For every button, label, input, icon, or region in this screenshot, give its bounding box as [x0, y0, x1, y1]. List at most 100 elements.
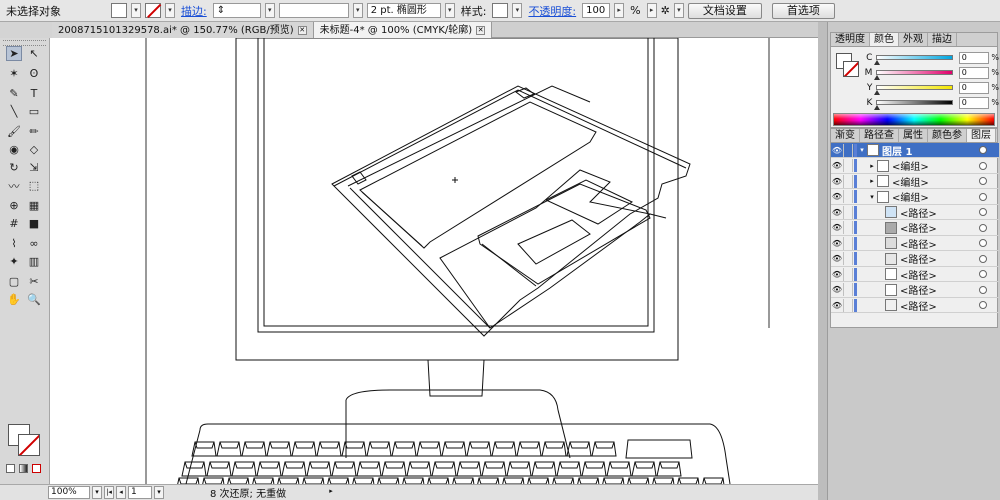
channel-k-field[interactable]: 0 — [958, 96, 990, 109]
blob-brush-tool-icon[interactable]: ◉ — [6, 142, 22, 157]
scale-tool-icon[interactable]: ⇲ — [26, 160, 42, 175]
artboard-tool-icon[interactable]: ▢ — [6, 274, 22, 289]
path-row[interactable]: 👁 <路径> — [831, 298, 999, 313]
layer-row[interactable]: 👁 ▾ 图层 1 — [831, 143, 999, 158]
lock-toggle[interactable] — [843, 267, 853, 281]
shape-builder-tool-icon[interactable]: ⊕ — [6, 198, 22, 213]
target-circle-icon[interactable] — [979, 208, 987, 216]
hand-tool-icon[interactable]: ✋ — [6, 292, 22, 307]
status-menu-button[interactable]: ▸ — [326, 486, 336, 499]
eyedropper-tool-icon[interactable]: ⌇ — [6, 236, 22, 251]
graphic-style-dropdown[interactable]: ▾ — [512, 3, 523, 18]
path-row[interactable]: 👁 <路径> — [831, 283, 999, 298]
type-tool-icon[interactable]: T — [26, 86, 42, 101]
brush-definition-dropdown[interactable]: ▾ — [444, 3, 455, 18]
lock-toggle[interactable] — [843, 298, 853, 312]
tab-stroke[interactable]: 描边 — [928, 33, 957, 46]
panel-dock-strip[interactable] — [818, 22, 828, 500]
pen-tool-icon[interactable]: ✎ — [6, 86, 22, 101]
variable-width-dropdown[interactable]: ▾ — [352, 3, 363, 18]
visibility-eye-icon[interactable]: 👁 — [831, 221, 843, 234]
stroke-weight-field[interactable]: ⇕ — [212, 3, 261, 18]
path-row[interactable]: 👁 <路径> — [831, 252, 999, 267]
visibility-eye-icon[interactable]: 👁 — [831, 190, 843, 203]
group-row[interactable]: 👁 ▸ <编组> — [831, 174, 999, 189]
gradient-tool-icon[interactable]: ■ — [26, 216, 42, 231]
line-tool-icon[interactable]: ╲ — [6, 104, 22, 119]
target-circle-icon[interactable] — [979, 192, 987, 201]
channel-y-field[interactable]: 0 — [958, 81, 990, 94]
document-tab-2[interactable]: 未标题-4* @ 100% (CMYK/轮廓) ✕ — [313, 22, 493, 38]
path-row[interactable]: 👁 <路径> — [831, 221, 999, 236]
target-circle-icon[interactable] — [979, 239, 987, 247]
slice-tool-icon[interactable]: ✂ — [26, 274, 42, 289]
channel-m-field[interactable]: 0 — [958, 66, 990, 79]
gradient-mode-icon[interactable] — [19, 464, 28, 473]
opacity-field[interactable]: 100 — [582, 3, 611, 18]
target-circle-icon[interactable] — [979, 301, 987, 309]
target-circle-icon[interactable] — [979, 270, 987, 278]
warp-tool-icon[interactable]: 〰 — [6, 178, 22, 193]
path-row[interactable]: 👁 <路径> — [831, 205, 999, 220]
direct-selection-tool-icon[interactable]: ↖ — [26, 46, 42, 61]
recolor-menu-dropdown[interactable]: ▾ — [673, 3, 684, 18]
opacity-label[interactable]: 不透明度: — [526, 3, 578, 19]
lock-toggle[interactable] — [843, 190, 853, 203]
preferences-button[interactable]: 首选项 — [771, 2, 835, 19]
column-graph-tool-icon[interactable]: ▥ — [26, 254, 42, 269]
visibility-eye-icon[interactable]: 👁 — [831, 144, 843, 157]
lock-toggle[interactable] — [843, 252, 853, 265]
tab-attributes[interactable]: 属性 — [899, 129, 928, 142]
paintbrush-tool-icon[interactable]: 🖌 — [6, 124, 22, 139]
symbol-sprayer-tool-icon[interactable]: ✦ — [6, 254, 22, 269]
recolor-dropdown[interactable]: ▸ — [646, 3, 657, 18]
expand-triangle-icon[interactable]: ▸ — [867, 162, 877, 170]
rectangle-tool-icon[interactable]: ▭ — [26, 104, 42, 119]
channel-y-slider[interactable] — [874, 85, 953, 95]
zoom-field[interactable]: 100% — [48, 486, 90, 499]
previous-artboard-button[interactable]: ◂ — [116, 486, 126, 499]
opacity-dropdown[interactable]: ▸ — [614, 3, 625, 18]
channel-k-slider[interactable] — [874, 100, 953, 110]
expand-triangle-icon[interactable]: ▾ — [857, 146, 867, 154]
target-circle-icon[interactable] — [979, 254, 987, 263]
color-mode-icon[interactable] — [6, 464, 15, 473]
target-circle-icon[interactable] — [979, 161, 987, 170]
lock-toggle[interactable] — [843, 283, 853, 296]
target-circle-icon[interactable] — [979, 146, 987, 154]
slider-thumb-icon[interactable] — [874, 105, 881, 110]
artboard-dropdown[interactable]: ▾ — [154, 486, 164, 499]
stroke-dropdown[interactable]: ▾ — [165, 3, 175, 18]
color-spectrum-bar[interactable] — [833, 113, 995, 126]
channel-m-slider[interactable] — [874, 70, 953, 80]
lock-toggle[interactable] — [843, 236, 853, 250]
mesh-tool-icon[interactable]: # — [6, 216, 22, 231]
channel-c-field[interactable]: 0 — [958, 51, 990, 64]
visibility-eye-icon[interactable]: 👁 — [831, 252, 843, 265]
blend-tool-icon[interactable]: ∞ — [26, 236, 42, 251]
fill-dropdown[interactable]: ▾ — [131, 3, 141, 18]
document-setup-button[interactable]: 文档设置 — [687, 2, 762, 19]
visibility-eye-icon[interactable]: 👁 — [831, 159, 843, 172]
variable-width-field[interactable] — [278, 3, 349, 18]
stroke-box[interactable] — [18, 434, 40, 456]
stroke-label[interactable]: 描边: — [179, 3, 209, 19]
visibility-eye-icon[interactable]: 👁 — [831, 237, 843, 250]
first-artboard-button[interactable]: |◂ — [104, 486, 114, 499]
tab-color[interactable]: 颜色 — [870, 33, 899, 46]
expand-triangle-icon[interactable]: ▸ — [867, 177, 877, 185]
lock-toggle[interactable] — [843, 221, 853, 234]
tab-transparency[interactable]: 透明度 — [831, 33, 870, 46]
brush-definition-field[interactable]: 2 pt. 椭圆形 — [366, 3, 441, 18]
none-mode-icon[interactable] — [32, 464, 41, 473]
lasso-tool-icon[interactable]: ʘ — [26, 66, 42, 81]
lock-toggle[interactable] — [843, 205, 853, 219]
tab-pathfinder[interactable]: 路径查 — [860, 129, 899, 142]
visibility-eye-icon[interactable]: 👁 — [831, 268, 843, 281]
group-row[interactable]: 👁 ▾ <编组> — [831, 190, 999, 205]
artboard-number-field[interactable]: 1 — [128, 486, 152, 499]
visibility-eye-icon[interactable]: 👁 — [831, 206, 843, 219]
path-row[interactable]: 👁 <路径> — [831, 267, 999, 282]
target-circle-icon[interactable] — [979, 223, 987, 232]
visibility-eye-icon[interactable]: 👁 — [831, 283, 843, 296]
